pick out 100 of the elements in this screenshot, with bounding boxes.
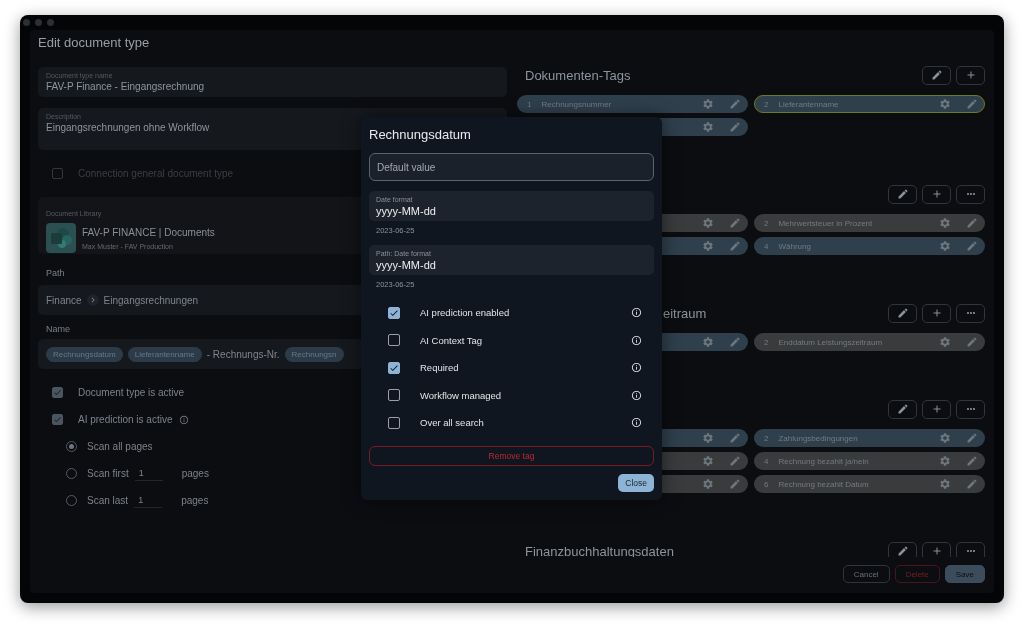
chevron-icon — [86, 294, 99, 306]
tag-label: Rechnung bezahlt ja/nein — [778, 456, 870, 466]
page-count-field[interactable]: 1 — [134, 466, 163, 481]
pencil-icon[interactable] — [966, 432, 978, 444]
name-text: - Rechnungs-Nr. — [206, 348, 280, 360]
add-button[interactable] — [956, 65, 985, 85]
settings-icon[interactable] — [702, 217, 714, 229]
checkbox[interactable] — [388, 416, 400, 429]
checkbox-label: AI prediction is active — [78, 414, 173, 425]
checkbox[interactable] — [388, 361, 400, 374]
pencil-icon[interactable] — [729, 336, 741, 348]
settings-icon[interactable] — [702, 432, 714, 444]
section-label: Name — [45, 324, 71, 334]
more-button[interactable] — [956, 541, 985, 557]
pages-label: pages — [181, 495, 209, 506]
default-value-field[interactable]: Default value — [369, 153, 654, 182]
more-button[interactable] — [956, 184, 985, 204]
path-segment[interactable]: Eingangsrechnungen — [103, 294, 199, 306]
pages-label: pages — [181, 468, 209, 479]
tag-label: Zahlungsbedingungen — [778, 433, 859, 443]
cancel-button[interactable]: Cancel — [842, 565, 890, 583]
settings-icon[interactable] — [939, 240, 951, 252]
delete-button[interactable]: Delete — [894, 565, 940, 583]
info-icon[interactable] — [631, 389, 642, 401]
pencil-icon[interactable] — [729, 217, 741, 229]
settings-icon[interactable] — [702, 98, 714, 110]
checkbox[interactable] — [388, 306, 400, 319]
checkbox[interactable] — [388, 334, 400, 347]
pencil-icon[interactable] — [729, 240, 741, 252]
settings-icon[interactable] — [939, 336, 951, 348]
group-title: Dokumenten-Tags — [525, 67, 631, 83]
settings-icon[interactable] — [702, 478, 714, 490]
add-button[interactable] — [922, 399, 951, 419]
settings-icon[interactable] — [702, 240, 714, 252]
checkbox-label: Document type is active — [78, 387, 185, 398]
add-button[interactable] — [922, 541, 951, 557]
more-button[interactable] — [956, 303, 985, 323]
group-title: eitraum — [663, 305, 707, 321]
pencil-icon[interactable] — [729, 98, 741, 110]
checkbox-label: Workflow managed — [420, 389, 503, 401]
field-value: yyyy-MM-dd — [376, 204, 437, 219]
tag-label: Lieferantenname — [778, 99, 840, 109]
page-count-field[interactable]: 1 — [134, 493, 163, 508]
pencil-icon — [896, 188, 909, 200]
more-button[interactable] — [956, 399, 985, 419]
add-button[interactable] — [922, 303, 951, 323]
checkbox[interactable] — [52, 387, 63, 398]
edit-button[interactable] — [888, 541, 917, 557]
radio-label: Scan last — [87, 495, 129, 506]
pencil-icon[interactable] — [729, 432, 741, 444]
library-name: FAV-P FINANCE | Documents — [82, 226, 215, 238]
field-value: yyyy-MM-dd — [376, 258, 437, 273]
save-button[interactable]: Save — [944, 565, 985, 583]
path-segment[interactable]: Finance — [46, 294, 82, 306]
library-icon — [46, 223, 76, 253]
pencil-icon[interactable] — [729, 478, 741, 490]
name-chip[interactable]: Lieferantenname — [127, 346, 202, 362]
close-button[interactable]: Close — [618, 474, 654, 492]
tag-label: Währung — [778, 241, 812, 251]
pencil-icon — [896, 545, 909, 557]
pencil-icon[interactable] — [729, 455, 741, 467]
pencil-icon[interactable] — [966, 98, 978, 110]
dialog-title: Rechnungsdatum — [369, 127, 472, 143]
add-button[interactable] — [922, 184, 951, 204]
edit-button[interactable] — [888, 399, 917, 419]
settings-icon[interactable] — [939, 478, 951, 490]
settings-icon[interactable] — [702, 121, 714, 133]
info-icon[interactable] — [631, 334, 642, 346]
remove-tag-button[interactable]: Remove tag — [369, 445, 654, 466]
pencil-icon[interactable] — [966, 217, 978, 229]
checkbox[interactable] — [388, 389, 400, 402]
radio-label: Scan first — [87, 468, 129, 479]
tag-label: Enddatum Leistungszeitraum — [778, 337, 884, 347]
checkbox[interactable] — [52, 414, 63, 425]
checkbox-label: Over all search — [420, 417, 485, 429]
pencil-icon[interactable] — [966, 336, 978, 348]
tag-label: Rechnung bezahlt Datum — [778, 479, 870, 489]
edit-button[interactable] — [888, 184, 917, 204]
section-label: Path — [45, 268, 66, 278]
pencil-icon — [896, 307, 909, 319]
info-icon[interactable] — [631, 362, 642, 374]
settings-icon[interactable] — [702, 336, 714, 348]
info-icon[interactable] — [631, 307, 642, 319]
pencil-icon[interactable] — [729, 121, 741, 133]
pencil-icon[interactable] — [966, 478, 978, 490]
pencil-icon[interactable] — [966, 240, 978, 252]
edit-button[interactable] — [888, 303, 917, 323]
radio-label: Scan all pages — [87, 441, 153, 452]
field-value: FAV-P Finance - Eingangsrechnung — [46, 80, 206, 93]
settings-icon[interactable] — [702, 455, 714, 467]
edit-button[interactable] — [922, 65, 951, 85]
settings-icon[interactable] — [939, 432, 951, 444]
dialog-title: Edit document type — [38, 36, 151, 50]
pencil-icon — [896, 403, 909, 415]
settings-icon[interactable] — [939, 98, 951, 110]
settings-icon[interactable] — [939, 455, 951, 467]
info-icon[interactable] — [631, 417, 642, 429]
pencil-icon[interactable] — [966, 455, 978, 467]
pencil-icon — [930, 69, 943, 81]
settings-icon[interactable] — [939, 217, 951, 229]
